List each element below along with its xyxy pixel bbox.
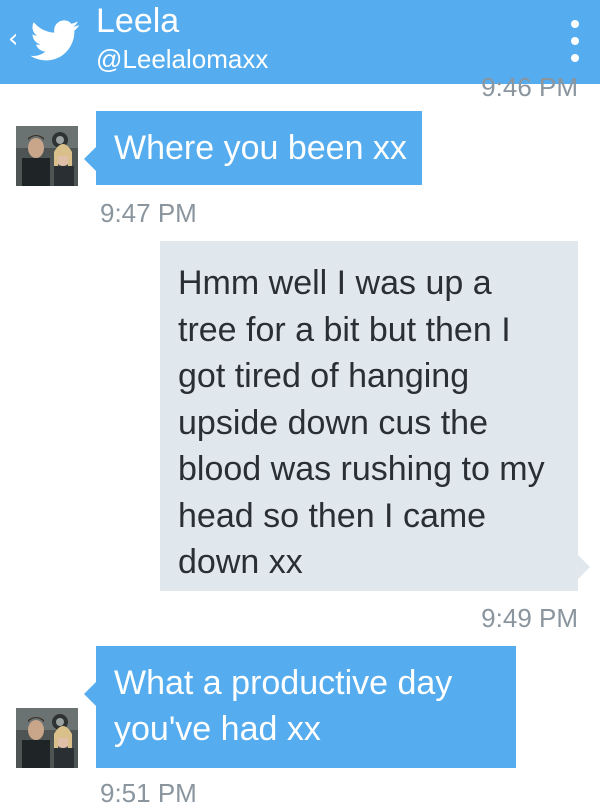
message-line: tree for a bit but then I xyxy=(178,310,511,349)
message-line: head so then I came xyxy=(178,496,487,535)
contact-avatar[interactable] xyxy=(16,126,78,186)
incoming-message-bubble[interactable]: What a productive day you've had xx xyxy=(84,646,516,768)
message-line: upside down cus the xyxy=(178,403,488,442)
message-timestamp: 9:51 PM xyxy=(100,778,197,806)
incoming-message-bubble[interactable]: Where you been xx xyxy=(84,111,422,185)
message-line: blood was rushing to my xyxy=(178,450,545,488)
message-line: down xx xyxy=(178,543,303,581)
message-line: got tired of hanging xyxy=(178,357,470,395)
partial-timestamp: 9:46 PM xyxy=(481,72,578,102)
message-line: What a productive day xyxy=(114,664,453,702)
message-timestamp: 9:47 PM xyxy=(100,198,197,228)
back-chevron-icon[interactable]: ‹ xyxy=(8,26,18,52)
message-timestamp: 9:49 PM xyxy=(481,603,578,633)
contact-name: Leela xyxy=(96,2,180,40)
twitter-bird-icon[interactable] xyxy=(30,20,80,62)
outgoing-message-bubble[interactable]: Hmm well I was up a tree for a bit but t… xyxy=(160,241,590,591)
message-text: Where you been xx xyxy=(114,129,407,167)
contact-handle: @Leelalomaxx xyxy=(96,44,269,74)
contact-avatar[interactable] xyxy=(16,708,78,768)
overflow-menu-icon[interactable] xyxy=(566,18,584,64)
message-line: Hmm well I was up a xyxy=(178,264,492,302)
message-line: you've had xx xyxy=(114,710,321,748)
